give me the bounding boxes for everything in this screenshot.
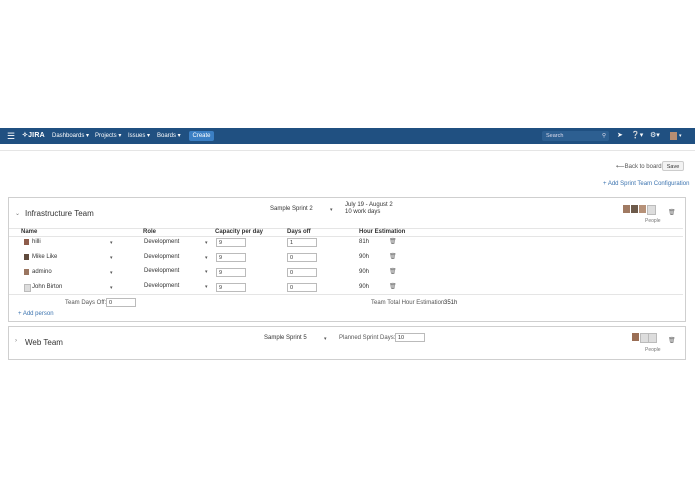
chevron-down-icon[interactable]: ▾ bbox=[110, 240, 113, 246]
nav-label: Dashboards bbox=[52, 133, 85, 139]
save-button[interactable]: Save bbox=[662, 161, 684, 171]
divider bbox=[9, 294, 683, 295]
hour-estimation: 90h bbox=[359, 269, 370, 275]
days-off-input[interactable]: 0 bbox=[287, 268, 317, 277]
planned-sprint-days-input[interactable]: 10 bbox=[395, 333, 425, 342]
column-header-hour-estimation: Hour Estimation bbox=[359, 229, 406, 235]
column-header-capacity: Capacity per day bbox=[215, 229, 264, 235]
team-panel-web bbox=[8, 326, 686, 360]
notifications-icon[interactable]: ➤ bbox=[617, 131, 623, 141]
member-name: admino bbox=[32, 269, 52, 275]
column-header-name: Name bbox=[21, 229, 38, 235]
member-name: Mike Like bbox=[32, 254, 58, 260]
chevron-down-icon[interactable]: ▾ bbox=[110, 270, 113, 276]
gear-icon[interactable]: ⚙▾ bbox=[650, 131, 660, 141]
back-to-board-link[interactable]: ⟵Back to board bbox=[616, 163, 662, 170]
search-input[interactable]: Search ⚲ bbox=[542, 131, 609, 141]
avatar bbox=[623, 205, 630, 213]
planned-sprint-days-label: Planned Sprint Days: bbox=[339, 335, 396, 341]
avatar bbox=[24, 269, 29, 275]
hour-estimation: 81h bbox=[359, 239, 370, 245]
team-total-label: Team Total Hour Estimation: bbox=[371, 300, 446, 306]
sprint-label: Sample Sprint 2 bbox=[270, 206, 313, 212]
trash-icon[interactable]: 🗑 bbox=[668, 337, 676, 344]
avatar bbox=[24, 239, 29, 245]
chevron-down-icon[interactable]: ▾ bbox=[205, 284, 208, 290]
people-label: People bbox=[645, 218, 661, 224]
team-name: Infrastructure Team bbox=[25, 209, 94, 218]
column-header-role: Role bbox=[143, 229, 157, 235]
member-name: John Birton bbox=[32, 284, 63, 290]
chevron-down-icon[interactable]: ▾ bbox=[110, 285, 113, 291]
expand-chevron-icon[interactable]: › bbox=[15, 338, 17, 344]
header-divider bbox=[0, 150, 695, 151]
nav-issues[interactable]: Issues ▾ bbox=[128, 128, 150, 144]
chevron-down-icon[interactable]: ▾ bbox=[205, 269, 208, 275]
add-sprint-team-config-link[interactable]: + Add Sprint Team Configuration bbox=[603, 181, 689, 187]
search-icon: ⚲ bbox=[601, 133, 606, 139]
nav-label: Issues bbox=[128, 133, 146, 139]
nav-projects[interactable]: Projects ▾ bbox=[95, 128, 121, 144]
column-header-days-off: Days off bbox=[287, 229, 311, 235]
logo-text: JIRA bbox=[28, 132, 45, 139]
avatar bbox=[647, 205, 656, 215]
member-role[interactable]: Development bbox=[144, 239, 179, 245]
menu-icon[interactable]: ☰ bbox=[7, 128, 15, 144]
team-days-off-label: Team Days Off: bbox=[65, 300, 107, 306]
days-off-input[interactable]: 0 bbox=[287, 283, 317, 292]
capacity-input[interactable]: 9 bbox=[216, 253, 246, 262]
hour-estimation: 90h bbox=[359, 284, 370, 290]
capacity-input[interactable]: 9 bbox=[216, 283, 246, 292]
jira-logo[interactable]: ✧JIRA bbox=[22, 128, 45, 144]
team-total-value: 351h bbox=[444, 300, 458, 306]
avatar bbox=[24, 284, 31, 292]
add-person-link[interactable]: + Add person bbox=[18, 311, 54, 317]
collapse-chevron-icon[interactable]: ⌄ bbox=[15, 210, 20, 217]
trash-icon[interactable]: 🗑 bbox=[389, 283, 397, 290]
people-label: People bbox=[645, 347, 661, 353]
trash-icon[interactable]: 🗑 bbox=[668, 209, 676, 216]
trash-icon[interactable]: 🗑 bbox=[389, 268, 397, 275]
nav-label: Projects bbox=[95, 133, 117, 139]
sprint-select[interactable]: Sample Sprint 2 bbox=[270, 206, 313, 212]
avatar bbox=[648, 333, 657, 343]
sprint-dates: July 19 - August 2 bbox=[345, 202, 393, 208]
avatar bbox=[631, 205, 638, 213]
days-off-input[interactable]: 1 bbox=[287, 238, 317, 247]
avatar bbox=[639, 205, 646, 213]
chevron-down-icon[interactable]: ▾ bbox=[110, 255, 113, 261]
team-name: Web Team bbox=[25, 338, 63, 347]
nav-boards[interactable]: Boards ▾ bbox=[157, 128, 181, 144]
chevron-down-icon[interactable]: ▾ bbox=[205, 240, 208, 246]
avatar bbox=[24, 254, 29, 260]
help-icon[interactable]: ❔▾ bbox=[631, 131, 643, 141]
member-role[interactable]: Development bbox=[144, 268, 179, 274]
sprint-label: Sample Sprint 5 bbox=[264, 335, 307, 341]
days-off-input[interactable]: 0 bbox=[287, 253, 317, 262]
divider bbox=[9, 236, 683, 237]
member-role[interactable]: Development bbox=[144, 283, 179, 289]
create-button[interactable]: Create bbox=[189, 131, 214, 141]
chevron-down-icon[interactable]: ▾ bbox=[324, 336, 327, 342]
team-days-off-input[interactable]: 0 bbox=[106, 298, 136, 307]
nav-label: Boards bbox=[157, 133, 177, 139]
divider bbox=[9, 228, 683, 229]
trash-icon[interactable]: 🗑 bbox=[389, 253, 397, 260]
member-name: hilli bbox=[32, 239, 41, 245]
hour-estimation: 90h bbox=[359, 254, 370, 260]
back-label: Back to board bbox=[624, 164, 662, 170]
nav-dashboards[interactable]: Dashboards ▾ bbox=[52, 128, 89, 144]
sprint-select[interactable]: Sample Sprint 5 bbox=[264, 335, 307, 341]
user-avatar[interactable] bbox=[670, 132, 677, 140]
trash-icon[interactable]: 🗑 bbox=[389, 238, 397, 245]
member-role[interactable]: Development bbox=[144, 254, 179, 260]
search-placeholder: Search bbox=[546, 133, 564, 139]
chevron-down-icon[interactable]: ▾ bbox=[205, 255, 208, 261]
sprint-work-days: 10 work days bbox=[345, 209, 381, 215]
chevron-down-icon[interactable]: ▾ bbox=[330, 207, 333, 213]
chevron-down-icon[interactable]: ▾ bbox=[679, 131, 682, 141]
capacity-input[interactable]: 9 bbox=[216, 268, 246, 277]
capacity-input[interactable]: 9 bbox=[216, 238, 246, 247]
avatar bbox=[632, 333, 639, 341]
